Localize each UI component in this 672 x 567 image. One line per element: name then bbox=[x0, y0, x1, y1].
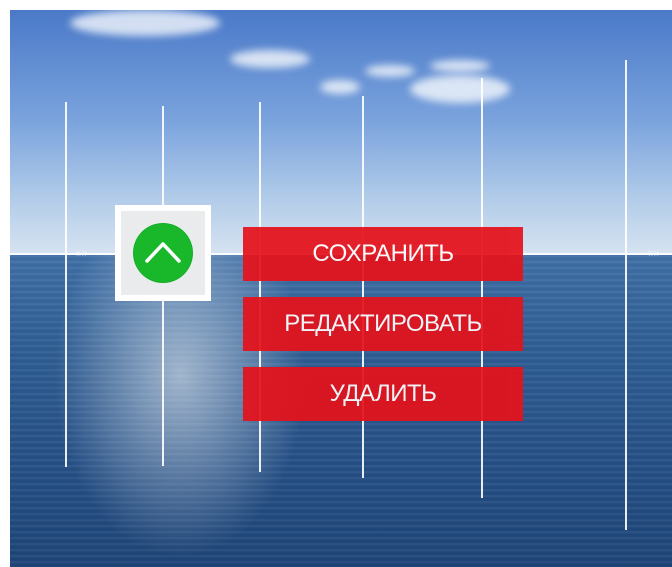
cloud bbox=[320, 80, 360, 94]
grid-line bbox=[65, 102, 67, 467]
delete-button[interactable]: УДАЛИТЬ bbox=[243, 367, 523, 421]
cloud bbox=[430, 60, 490, 72]
toggle-inner bbox=[121, 211, 205, 295]
right-arrow-icon: «» bbox=[646, 246, 661, 260]
cloud bbox=[70, 10, 220, 36]
chevron-up-icon bbox=[145, 242, 181, 263]
scroll-up-toggle[interactable] bbox=[115, 205, 211, 301]
grid-line bbox=[481, 78, 483, 498]
cloud bbox=[230, 50, 310, 68]
save-button[interactable]: СОХРАНИТЬ bbox=[243, 227, 523, 281]
cloud bbox=[410, 75, 510, 103]
toggle-circle bbox=[133, 223, 193, 283]
sky-background bbox=[10, 10, 672, 255]
app-canvas: «» «» СОХРАНИТЬ РЕДАКТИРОВАТЬ УДАЛИТЬ bbox=[10, 10, 672, 567]
cloud bbox=[365, 65, 415, 77]
edit-button[interactable]: РЕДАКТИРОВАТЬ bbox=[243, 297, 523, 351]
left-arrow-icon: «» bbox=[74, 246, 89, 260]
grid-line bbox=[625, 60, 627, 530]
